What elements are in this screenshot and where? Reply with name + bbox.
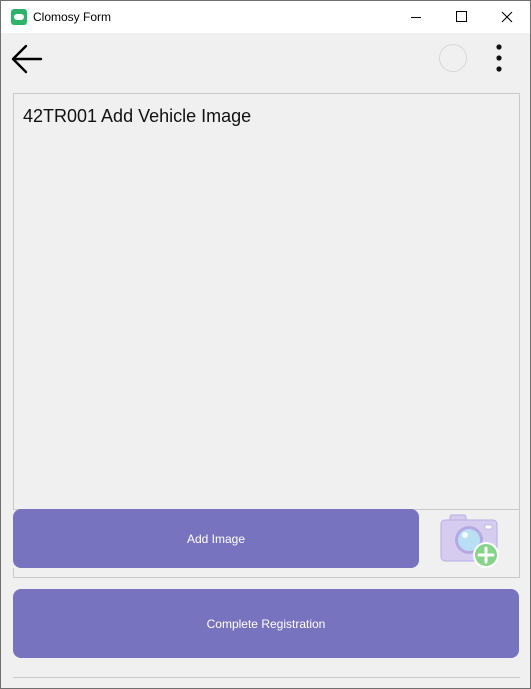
complete-registration-button[interactable]: Complete Registration	[13, 589, 519, 658]
close-icon	[501, 11, 513, 23]
app-window: Clomosy Form 42TR001 Add Vehicle Image A…	[0, 0, 531, 689]
arrow-left-icon	[11, 44, 43, 74]
status-indicator[interactable]	[439, 44, 467, 72]
minimize-button[interactable]	[393, 1, 439, 33]
window-title: Clomosy Form	[33, 10, 112, 24]
minimize-icon	[411, 17, 421, 18]
camera-add-icon	[440, 514, 499, 568]
maximize-button[interactable]	[438, 1, 484, 33]
app-logo-icon	[11, 9, 27, 25]
row-divider	[13, 677, 520, 678]
row-divider	[519, 509, 520, 578]
back-button[interactable]	[9, 41, 47, 79]
close-button[interactable]	[484, 1, 530, 33]
more-options-button[interactable]	[487, 41, 511, 77]
panel-title: 42TR001 Add Vehicle Image	[23, 106, 252, 126]
image-panel: 42TR001 Add Vehicle Image	[13, 93, 520, 510]
add-image-button[interactable]: Add Image	[13, 509, 419, 568]
row-divider	[13, 577, 520, 578]
maximize-icon	[456, 11, 467, 22]
title-bar[interactable]: Clomosy Form	[1, 1, 530, 33]
more-vertical-icon	[496, 44, 502, 72]
app-header	[1, 33, 530, 85]
camera-button[interactable]	[438, 513, 502, 569]
